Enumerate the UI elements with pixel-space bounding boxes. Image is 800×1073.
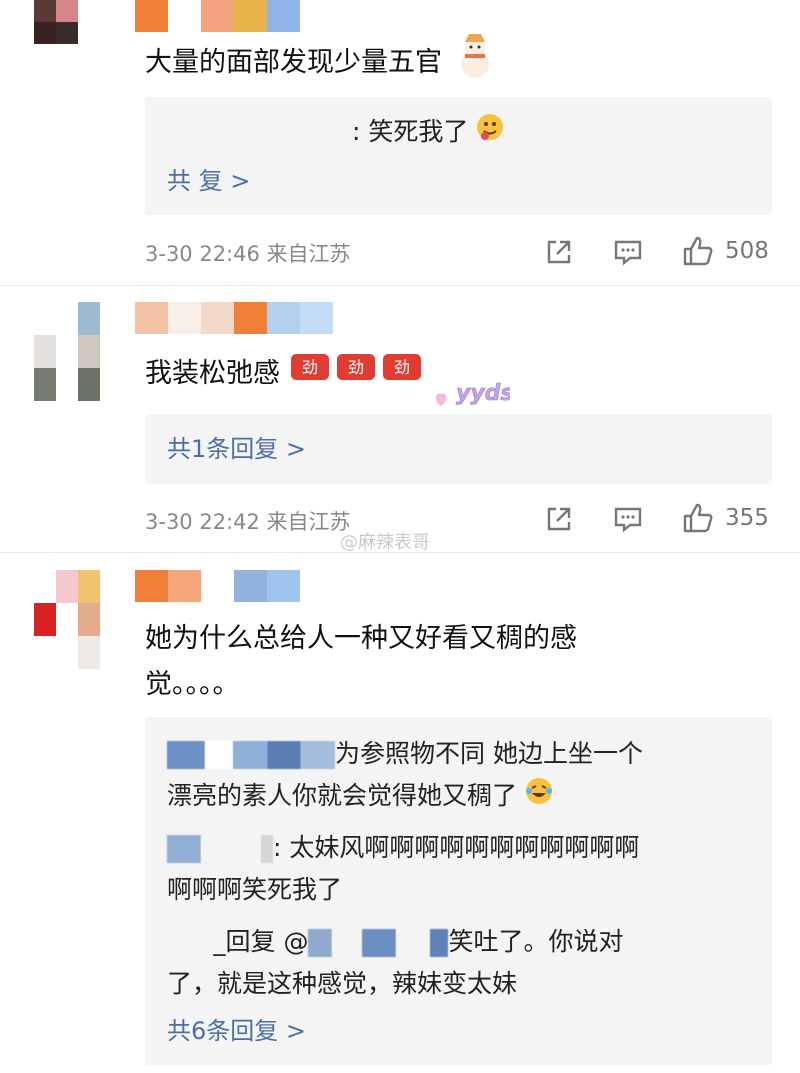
reply-line: 啊啊啊笑死我了 — [167, 875, 343, 904]
thumbs-up-icon — [683, 503, 713, 533]
username-pixelated — [167, 741, 205, 769]
drool-face-emoji-icon — [476, 112, 504, 154]
fighting-sticker-icon: 劲 劲 劲 — [289, 350, 421, 399]
svg-text:劲: 劲 — [348, 358, 364, 377]
like-button[interactable]: 355 — [681, 501, 769, 535]
username-pixelated — [167, 835, 201, 863]
comment-icon — [614, 240, 642, 266]
laughing-crying-emoji-icon — [525, 776, 553, 818]
divider — [0, 552, 800, 553]
svg-text:yyds: yyds — [456, 381, 510, 406]
reply-line: : 笑死我了 — [167, 111, 504, 154]
share-icon — [547, 240, 571, 264]
share-button[interactable] — [543, 236, 575, 268]
reply-line: 了，就是这种感觉，辣妹变太妹 — [167, 969, 518, 998]
reply-box[interactable]: : 笑死我了 共 复 > — [145, 97, 772, 215]
reply-count-link[interactable]: 共6条回复 > — [167, 1011, 306, 1051]
share-icon — [547, 507, 571, 531]
divider — [0, 285, 800, 286]
watermark: @麻辣表哥 — [340, 532, 430, 553]
comment-icon — [614, 507, 642, 533]
reply-count-link[interactable]: 共1条回复 > — [167, 429, 306, 469]
thumbs-up-icon — [683, 236, 713, 266]
comment-button[interactable] — [612, 503, 644, 535]
reply-line: : 太妹风啊啊啊啊啊啊啊啊啊啊啊 — [167, 827, 639, 869]
comment-text: 她为什么总给人一种又好看又稠的感 觉。。。。 — [145, 623, 577, 700]
username-pixelated[interactable] — [135, 570, 300, 602]
username-pixelated[interactable] — [135, 0, 300, 32]
like-count: 508 — [725, 238, 769, 264]
svg-text:劲: 劲 — [302, 358, 318, 377]
yyds-sticker-icon: yyds — [430, 370, 514, 418]
reply-line: 漂亮的素人你就会觉得她又稠了 — [167, 775, 553, 818]
like-count: 355 — [725, 505, 769, 531]
reply-line: _回复 @ 笑吐了。你说对 — [167, 921, 623, 963]
reply-line: 为参照物不同 她边上坐一个 — [167, 733, 643, 775]
timestamp: 3-30 22:46 来自江苏 — [145, 242, 351, 266]
timestamp: 3-30 22:42 来自江苏 — [145, 510, 351, 534]
comment-text: 大量的面部发现少量五官 — [145, 32, 499, 95]
comment-button[interactable] — [612, 236, 644, 268]
like-button[interactable]: 508 — [681, 234, 769, 268]
svg-text:劲: 劲 — [394, 358, 410, 377]
reply-count-link[interactable]: 共 复 > — [167, 161, 250, 201]
avatar[interactable] — [34, 570, 100, 669]
username-pixelated[interactable] — [135, 302, 333, 334]
username-pixelated — [167, 929, 213, 957]
snowman-emoji-icon — [451, 32, 499, 95]
share-button[interactable] — [543, 503, 575, 535]
reply-box[interactable]: 为参照物不同 她边上坐一个 漂亮的素人你就会觉得她又稠了 : 太妹风啊啊啊啊啊啊… — [145, 717, 772, 1065]
reply-box[interactable]: 共1条回复 > — [145, 414, 772, 484]
comment-text: 我装松弛感 劲 劲 劲 — [145, 350, 421, 399]
avatar[interactable] — [34, 302, 100, 401]
avatar[interactable] — [34, 0, 100, 66]
